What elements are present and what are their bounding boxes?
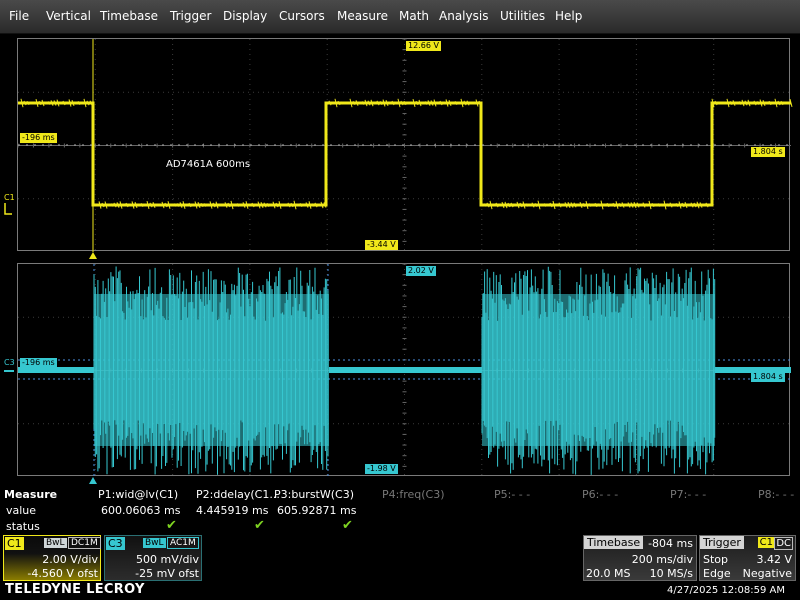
c3-coupling-badge: AC1M: [167, 537, 199, 549]
measure-row-value: value: [6, 504, 37, 517]
measure-row-status: status: [6, 520, 40, 533]
menu-bar: File Vertical Timebase Trigger Display C…: [0, 0, 800, 34]
c1-noise-stroke: [687, 204, 691, 206]
c3-bandwidth-badge: BwL: [143, 538, 166, 548]
menu-math[interactable]: Math: [399, 9, 429, 23]
p3-status-checkmark-icon: ✔: [342, 518, 353, 533]
menu-trigger[interactable]: Trigger: [170, 9, 211, 23]
c3-waveform-display: [17, 263, 791, 477]
p2-value: 4.445919 ms: [196, 504, 269, 517]
c3-vdiv: 500 mV/div: [136, 553, 199, 566]
p3-value: 605.92871 ms: [277, 504, 357, 517]
c1-offset: -4.560 V ofst: [27, 567, 98, 580]
trigger-label: Trigger: [700, 536, 744, 549]
c3-bottom-level-label: -1.98 V: [365, 464, 398, 474]
menu-measure[interactable]: Measure: [337, 9, 388, 23]
c1-noise-stroke: [750, 102, 754, 104]
c1-bottom-level-label: -3.44 V: [365, 240, 398, 250]
c3-right-time-label: 1.804 s: [751, 372, 785, 382]
menu-utilities[interactable]: Utilities: [500, 9, 545, 23]
p8-name[interactable]: P8:- - -: [758, 488, 794, 501]
c1-noise-stroke: [672, 204, 676, 206]
c1-right-time-label: 1.804 s: [751, 147, 785, 157]
c3-offset: -25 mV ofst: [135, 567, 199, 580]
timebase-samples: 20.0 MS: [586, 567, 631, 580]
p5-name[interactable]: P5:- - -: [494, 488, 530, 501]
trigger-mode: Stop: [703, 553, 729, 566]
p1-value: 600.06063 ms: [101, 504, 181, 517]
measure-table[interactable]: Measure value status P1:wid@lv(C1) P2:dd…: [0, 484, 800, 534]
c3-label: C3: [106, 537, 125, 550]
menu-analysis[interactable]: Analysis: [439, 9, 488, 23]
p7-name[interactable]: P7:- - -: [670, 488, 706, 501]
trigger-descriptor[interactable]: Trigger C1 DC Stop 3.42 V Edge Negative: [699, 535, 796, 581]
c3-quiet-band: [329, 367, 482, 373]
trigger-coupling: DC: [774, 537, 793, 550]
timebase-descriptor[interactable]: Timebase -804 ms 200 ms/div 20.0 MS 10 M…: [583, 535, 697, 581]
trigger-marker-icon[interactable]: [88, 251, 98, 260]
p4-name[interactable]: P4:freq(C3): [382, 488, 445, 501]
timebase-label: Timebase: [584, 536, 644, 549]
c3-grid[interactable]: 2.02 V -1.98 V -196 ms 1.804 s: [17, 263, 791, 477]
c1-waveform-display: [17, 38, 793, 252]
c1-ground-tag[interactable]: C1: [4, 193, 15, 202]
brand-logo-text: TELEDYNE LECROY: [5, 582, 145, 597]
menu-cursors[interactable]: Cursors: [279, 9, 325, 23]
trigger-slope: Negative: [742, 567, 792, 580]
p2-status-checkmark-icon: ✔: [254, 518, 265, 533]
c3-left-time-label: -196 ms: [20, 358, 57, 368]
timebase-delay: -804 ms: [648, 537, 693, 550]
c1-noise-stroke: [513, 204, 517, 206]
c1-label: C1: [5, 537, 24, 550]
c1-grid[interactable]: 12.66 V -3.44 V -196 ms 1.804 s AD7461A …: [17, 38, 793, 252]
c1-noise-stroke: [373, 102, 377, 104]
p1-status-checkmark-icon: ✔: [166, 518, 177, 533]
menu-display[interactable]: Display: [223, 9, 267, 23]
c3-trace: [18, 266, 791, 475]
c1-noise-stroke: [624, 204, 628, 206]
timebase-rate: 10 MS/s: [649, 567, 693, 580]
datetime: 4/27/2025 12:08:59 AM: [666, 585, 785, 596]
c1-annotation: AD7461A 600ms: [166, 159, 251, 170]
menu-vertical[interactable]: Vertical: [46, 9, 91, 23]
p2-name[interactable]: P2:ddelay(C1...: [196, 488, 280, 501]
timebase-tdiv: 200 ms/div: [631, 553, 693, 566]
c1-vdiv: 2.00 V/div: [42, 553, 98, 566]
c1-offset-marker[interactable]: [3, 202, 13, 216]
trigger-level: 3.42 V: [756, 553, 792, 566]
c1-left-time-label: -196 ms: [20, 133, 57, 143]
c3-offset-marker[interactable]: [3, 366, 15, 376]
menu-timebase[interactable]: Timebase: [100, 9, 158, 23]
c1-bandwidth-badge: BwL: [44, 538, 67, 548]
c1-noise-stroke: [191, 204, 195, 206]
c1-top-level-label: 12.66 V: [406, 41, 441, 51]
measure-title: Measure: [4, 488, 58, 501]
menu-help[interactable]: Help: [555, 9, 582, 23]
c1-coupling-badge: DC1M: [68, 537, 101, 549]
trigger-source: C1: [757, 537, 775, 548]
p3-name[interactable]: P3:burstW(C3): [274, 488, 354, 501]
c3-channel-descriptor[interactable]: C3 BwL AC1M 500 mV/div -25 mV ofst: [104, 535, 202, 581]
c3-top-level-label: 2.02 V: [406, 266, 436, 276]
p6-name[interactable]: P6:- - -: [582, 488, 618, 501]
c1-channel-descriptor[interactable]: C1 BwL DC1M 2.00 V/div -4.560 V ofst: [3, 535, 101, 581]
menu-file[interactable]: File: [9, 9, 29, 23]
c1-noise-stroke: [576, 204, 580, 206]
p1-name[interactable]: P1:wid@lv(C1): [98, 488, 178, 501]
trigger-type: Edge: [703, 567, 731, 580]
